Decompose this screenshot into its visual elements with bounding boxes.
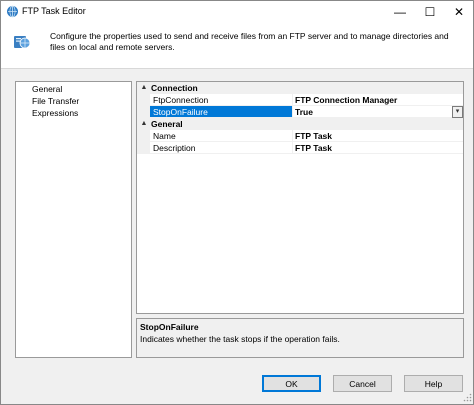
property-row-name[interactable]: Name FTP Task <box>137 130 463 142</box>
ftp-task-icon <box>7 5 18 18</box>
title-bar[interactable]: FTP Task Editor — ☐ ✕ <box>1 1 473 23</box>
property-row-ftpconnection[interactable]: FtpConnection FTP Connection Manager <box>137 94 463 106</box>
resize-grip-icon[interactable] <box>463 393 472 402</box>
property-row-description[interactable]: Description FTP Task <box>137 142 463 154</box>
maximize-button[interactable]: ☐ <box>415 1 445 23</box>
window-title: FTP Task Editor <box>22 6 86 16</box>
property-value[interactable]: True <box>293 106 463 118</box>
category-general[interactable]: ▲ General <box>137 118 463 130</box>
property-description-panel: StopOnFailure Indicates whether the task… <box>136 318 464 358</box>
property-name[interactable]: StopOnFailure <box>150 106 293 118</box>
description-text: Indicates whether the task stops if the … <box>140 334 340 344</box>
header-description: Configure the properties used to send an… <box>50 31 449 52</box>
property-name[interactable]: Name <box>150 130 293 142</box>
collapse-icon[interactable]: ▲ <box>139 82 149 94</box>
cancel-button[interactable]: Cancel <box>333 375 392 392</box>
collapse-icon[interactable]: ▲ <box>139 118 149 130</box>
ftp-task-editor-window: FTP Task Editor — ☐ ✕ Configure the prop… <box>0 0 474 405</box>
close-button[interactable]: ✕ <box>444 1 474 23</box>
property-name[interactable]: Description <box>150 142 293 154</box>
nav-item-file-transfer[interactable]: File Transfer <box>16 96 131 107</box>
navigation-list: General File Transfer Expressions <box>15 81 132 358</box>
property-value[interactable]: FTP Connection Manager <box>293 94 463 106</box>
nav-item-general[interactable]: General <box>16 84 131 95</box>
chevron-down-icon[interactable]: ▾ <box>452 106 463 118</box>
property-name[interactable]: FtpConnection <box>150 94 293 106</box>
property-value[interactable]: FTP Task <box>293 130 463 142</box>
category-connection[interactable]: ▲ Connection <box>137 82 463 94</box>
description-title: StopOnFailure <box>140 322 199 332</box>
property-grid: ▲ Connection FtpConnection FTP Connectio… <box>136 81 464 314</box>
header-banner: Configure the properties used to send an… <box>1 23 473 69</box>
category-label: General <box>151 119 183 129</box>
help-button[interactable]: Help <box>404 375 463 392</box>
minimize-button[interactable]: — <box>385 1 415 23</box>
property-row-stoponfailure[interactable]: StopOnFailure True ▾ <box>137 106 463 118</box>
ok-button[interactable]: OK <box>262 375 321 392</box>
property-value[interactable]: FTP Task <box>293 142 463 154</box>
nav-item-expressions[interactable]: Expressions <box>16 108 131 119</box>
category-label: Connection <box>151 83 198 93</box>
ftp-task-icon <box>14 36 31 49</box>
